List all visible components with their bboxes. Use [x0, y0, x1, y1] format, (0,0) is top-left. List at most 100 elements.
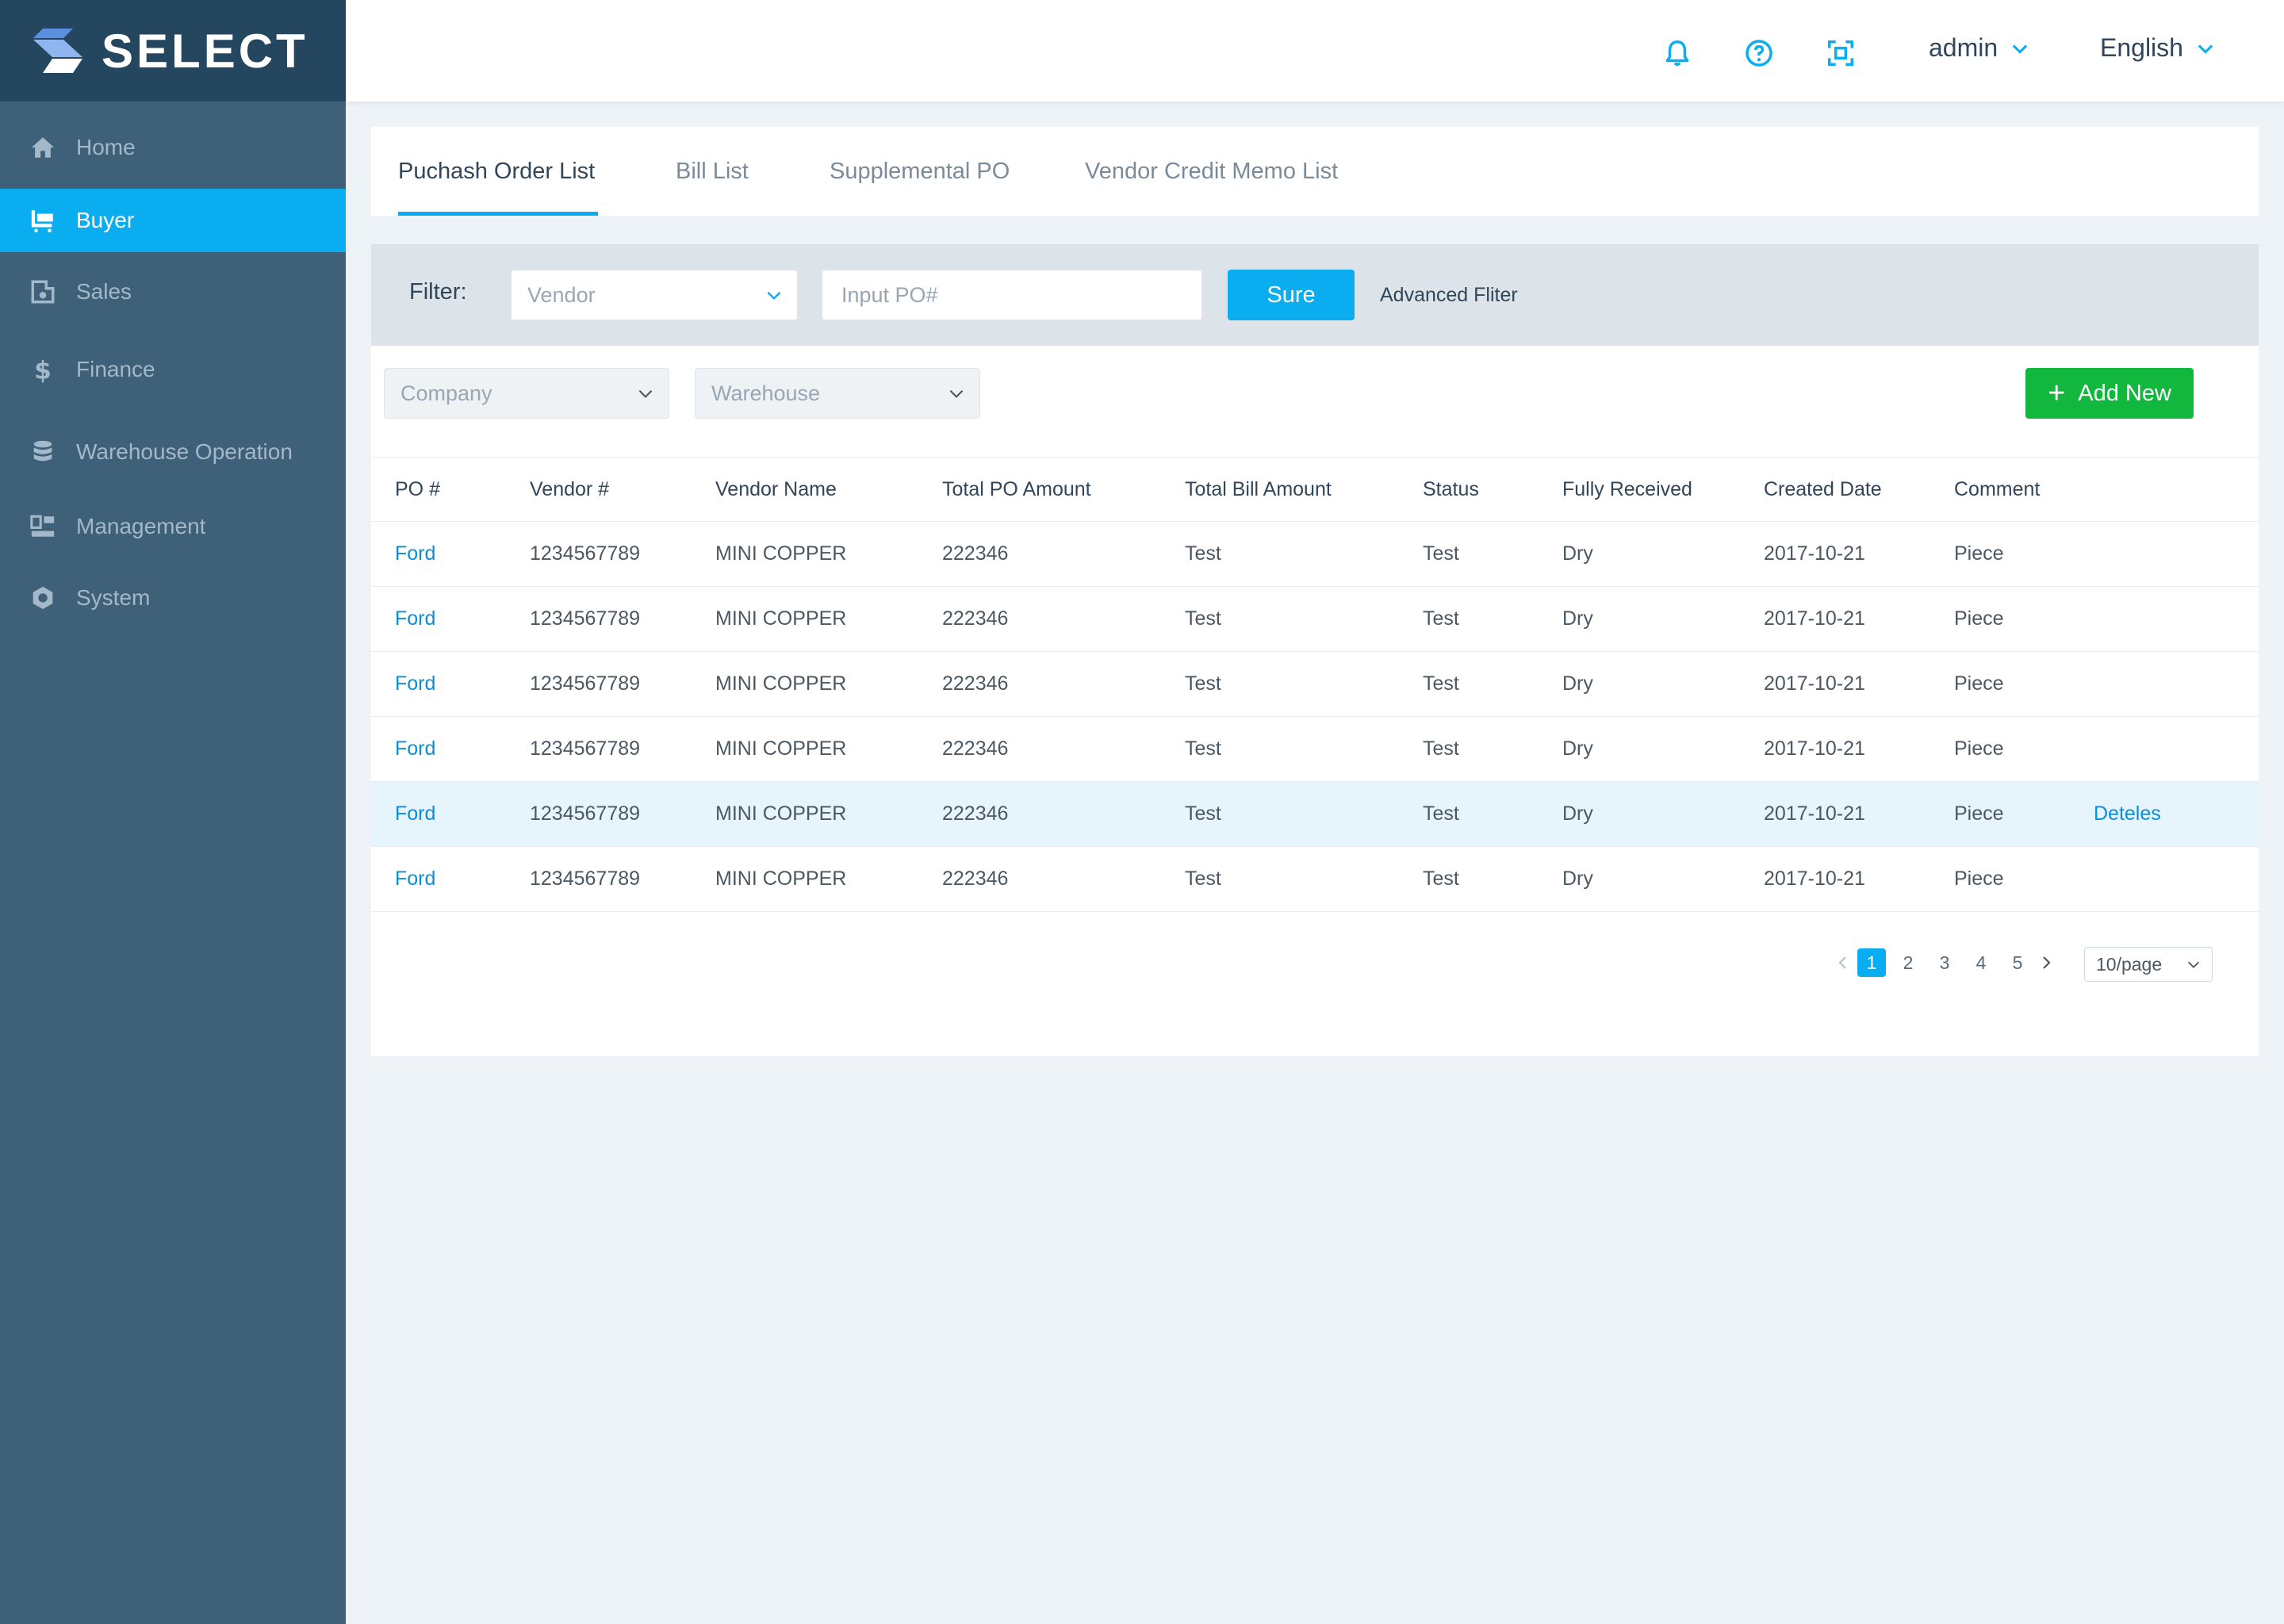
column-header[interactable]: Created Date — [1764, 478, 1882, 501]
sidebar-item-label: Sales — [76, 279, 132, 304]
po-number-input[interactable]: Input PO# — [822, 270, 1202, 320]
status: Test — [1423, 737, 1459, 760]
total-po-amount: 222346 — [942, 802, 1009, 825]
company-select[interactable]: Company — [384, 368, 669, 419]
tab-purchase-order-list[interactable]: Puchash Order List — [398, 127, 599, 216]
column-header[interactable]: Fully Received — [1562, 478, 1692, 501]
po-link[interactable]: Ford — [395, 607, 435, 630]
comment: Piece — [1954, 607, 2004, 630]
total-po-amount: 222346 — [942, 737, 1009, 760]
column-header[interactable]: Total PO Amount — [942, 478, 1091, 501]
sidebar-item-warehouse-operation[interactable]: Warehouse Operation — [0, 420, 346, 484]
warehouse-select[interactable]: Warehouse — [695, 368, 980, 419]
column-header[interactable]: PO # — [395, 478, 440, 501]
fully-received: Dry — [1562, 868, 1593, 890]
table-header: PO # Vendor # Vendor Name Total PO Amoun… — [371, 457, 2259, 522]
scan-icon[interactable] — [1826, 38, 1856, 68]
company-select-placeholder: Company — [400, 381, 492, 405]
top-header: admin English — [346, 0, 2284, 102]
sales-icon — [29, 278, 57, 306]
tab-supplemental-po[interactable]: Supplemental PO — [830, 127, 1010, 216]
next-page-button[interactable] — [2032, 948, 2060, 977]
sidebar-item-label: Management — [76, 514, 206, 538]
home-icon — [29, 133, 57, 162]
prev-page-button[interactable] — [1829, 948, 1857, 977]
chevron-down-icon — [767, 291, 781, 301]
management-icon — [29, 512, 57, 541]
sidebar-item-finance[interactable]: $ Finance — [0, 338, 346, 401]
po-link[interactable]: Ford — [395, 672, 435, 695]
dollar-icon: $ — [29, 355, 57, 384]
sidebar-item-system[interactable]: System — [0, 566, 346, 630]
status: Test — [1423, 672, 1459, 695]
language-menu[interactable]: English — [2100, 33, 2217, 63]
sure-button[interactable]: Sure — [1228, 270, 1355, 320]
table-row[interactable]: Ford 1234567789 MINI COPPER 222346 Test … — [371, 717, 2259, 782]
tab-bill-list[interactable]: Bill List — [676, 127, 749, 216]
vendor-name: MINI COPPER — [715, 542, 847, 565]
comment: Piece — [1954, 542, 2004, 565]
comment: Piece — [1954, 672, 2004, 695]
fully-received: Dry — [1562, 672, 1593, 695]
po-link[interactable]: Ford — [395, 802, 435, 825]
total-bill-amount: Test — [1185, 607, 1221, 630]
table-row[interactable]: Ford 1234567789 MINI COPPER 222346 Test … — [371, 652, 2259, 717]
table-row[interactable]: Ford 1234567789 MINI COPPER 222346 Test … — [371, 847, 2259, 912]
chevron-left-icon — [1838, 956, 1846, 969]
page-2[interactable]: 2 — [1894, 948, 1922, 977]
created-date: 2017-10-21 — [1764, 607, 1865, 630]
column-header[interactable]: Vendor # — [530, 478, 609, 501]
page-5[interactable]: 5 — [2003, 948, 2032, 977]
tab-vendor-credit-memo-list[interactable]: Vendor Credit Memo List — [1085, 127, 1338, 216]
vendor-number: 1234567789 — [530, 607, 641, 630]
fully-received: Dry — [1562, 607, 1593, 630]
column-header[interactable]: Comment — [1954, 478, 2040, 501]
page-size-select[interactable]: 10/page — [2084, 947, 2213, 982]
column-header[interactable]: Vendor Name — [715, 478, 837, 501]
sidebar-item-management[interactable]: Management — [0, 495, 346, 558]
column-header[interactable]: Total Bill Amount — [1185, 478, 1332, 501]
add-new-button[interactable]: + Add New — [2025, 368, 2194, 419]
plus-icon: + — [2048, 377, 2066, 410]
page-4[interactable]: 4 — [1967, 948, 1995, 977]
chevron-right-icon — [2043, 956, 2051, 969]
vendor-number: 1234567789 — [530, 672, 641, 695]
total-bill-amount: Test — [1185, 868, 1221, 890]
fully-received: Dry — [1562, 542, 1593, 565]
bell-icon[interactable] — [1662, 38, 1692, 68]
database-icon — [29, 438, 57, 466]
warehouse-select-placeholder: Warehouse — [711, 381, 821, 405]
page-1[interactable]: 1 — [1857, 948, 1886, 977]
user-menu[interactable]: admin — [1929, 33, 2031, 63]
column-header[interactable]: Status — [1423, 478, 1479, 501]
table-row[interactable]: Ford 1234567789 MINI COPPER 222346 Test … — [371, 587, 2259, 652]
sidebar-item-buyer[interactable]: Buyer — [0, 189, 346, 252]
vendor-name: MINI COPPER — [715, 802, 847, 825]
comment: Piece — [1954, 737, 2004, 760]
po-link[interactable]: Ford — [395, 868, 435, 891]
po-link[interactable]: Ford — [395, 737, 435, 760]
sidebar-item-sales[interactable]: Sales — [0, 260, 346, 324]
brand-logo[interactable]: SELECT — [0, 0, 346, 102]
delete-link[interactable]: Deteles — [2094, 802, 2161, 825]
settings-icon — [29, 584, 57, 612]
table-row[interactable]: Ford 1234567789 MINI COPPER 222346 Test … — [371, 782, 2259, 847]
filter-bar: Filter: Vendor Input PO# Sure Advanced F… — [371, 244, 2259, 346]
sidebar-item-home[interactable]: Home — [0, 116, 346, 179]
table-row[interactable]: Ford 1234567789 MINI COPPER 222346 Test … — [371, 522, 2259, 587]
vendor-name: MINI COPPER — [715, 672, 847, 695]
help-icon[interactable] — [1744, 38, 1774, 68]
page-3[interactable]: 3 — [1930, 948, 1959, 977]
page-size-value: 10/page — [2096, 953, 2163, 975]
add-new-label: Add New — [2078, 380, 2171, 406]
po-link[interactable]: Ford — [395, 542, 435, 565]
comment: Piece — [1954, 868, 2004, 890]
sidebar-item-label: System — [76, 585, 151, 610]
sidebar-item-label: Warehouse Operation — [76, 439, 293, 464]
advanced-filter-link[interactable]: Advanced Fliter — [1380, 284, 1518, 307]
vendor-select[interactable]: Vendor — [511, 270, 798, 320]
chevron-down-icon — [638, 389, 653, 398]
logo-icon — [33, 29, 82, 73]
status: Test — [1423, 542, 1459, 565]
chevron-down-icon — [2012, 44, 2028, 54]
